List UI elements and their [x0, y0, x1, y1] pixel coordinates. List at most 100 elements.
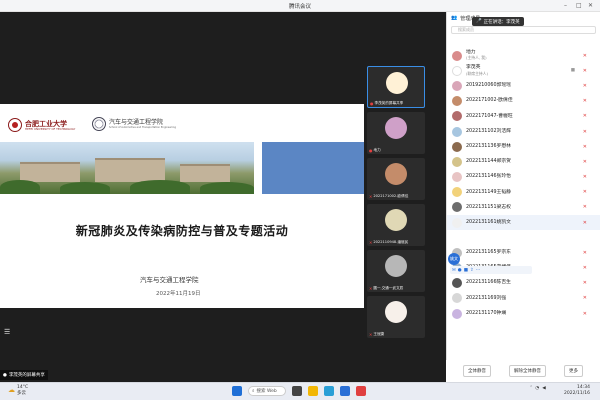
video-label: 王冠婕 — [373, 332, 385, 336]
mic-muted-icon[interactable]: ✕ — [583, 113, 587, 119]
list-item[interactable]: 2022131169刘强 ✕ — [447, 291, 600, 306]
video-tile[interactable]: ✕ 2022171002-欧倩佳 — [367, 158, 425, 200]
video-tile[interactable]: ✕ 圆一,交通一武文辰 — [367, 250, 425, 292]
mic-muted-icon[interactable]: ✕ — [583, 159, 587, 165]
mic-muted-icon[interactable]: ✕ — [583, 265, 587, 271]
list-item[interactable]: 2022131149王韬静 ✕ — [447, 185, 600, 200]
menu-icon[interactable]: ☰ — [4, 328, 10, 336]
maximize-icon[interactable]: □ — [576, 2, 582, 9]
member-search-input[interactable]: 搜索成员 — [451, 26, 596, 34]
camera-icon[interactable]: ■ — [571, 68, 575, 73]
avatar — [452, 96, 462, 107]
taskbar: ☁ 14°C 多云 ⌕ 搜索 Web ˄ ◔ ◀ 14:34 2022/11/16 — [0, 382, 600, 400]
volume-icon[interactable]: ◀ — [542, 386, 545, 391]
list-item[interactable]: 2022131144郑宗贺 ✕ — [447, 154, 600, 169]
mic-muted-icon[interactable]: ✕ — [583, 280, 587, 286]
school-name-en: School of Automotive and Transportation … — [109, 126, 176, 129]
mic-muted-icon[interactable]: ✕ — [583, 174, 587, 180]
university-seal-icon — [8, 118, 22, 132]
video-tile[interactable]: ● 地力 — [367, 112, 425, 154]
video-label: 圆一,交通一武文辰 — [373, 286, 404, 290]
avatar — [452, 293, 462, 304]
avatar — [386, 72, 408, 94]
mic-muted-icon[interactable]: ✕ — [583, 83, 587, 89]
file-explorer-icon[interactable] — [308, 386, 318, 396]
title-bar: 腾讯会议 – □ ✕ — [0, 0, 600, 12]
avatar — [452, 111, 462, 122]
avatar — [385, 209, 407, 231]
list-item[interactable]: 李茂英 (联席主持人) ■ ✕ — [447, 63, 600, 78]
slide-subtitle: 汽车与交通工程学院 — [140, 276, 199, 284]
mic-muted-icon[interactable]: ✕ — [583, 144, 587, 150]
avatar — [385, 163, 407, 185]
video-tile[interactable]: ✕ 王冠婕 — [367, 296, 425, 338]
mic-muted-icon[interactable]: ✕ — [583, 311, 587, 317]
university-name: 合肥工业大学 — [25, 118, 67, 128]
chevron-up-icon[interactable]: ˄ — [530, 386, 532, 391]
list-item[interactable]: 2022171047-曹幄旺 ✕ — [447, 109, 600, 124]
list-item[interactable]: 地力 (主持人, 我) ✕ — [447, 48, 600, 63]
browser-icon[interactable] — [324, 386, 334, 396]
close-icon[interactable]: ✕ — [588, 2, 593, 9]
mic-muted-icon[interactable]: ✕ — [583, 53, 587, 59]
mic-muted-icon[interactable]: ✕ — [583, 98, 587, 104]
mic-muted-icon[interactable]: ✕ — [583, 295, 587, 301]
mic-muted-icon[interactable]: ✕ — [583, 204, 587, 210]
clock[interactable]: 14:34 2022/11/16 — [564, 385, 590, 397]
mic-muted-icon[interactable]: ✕ — [583, 220, 587, 226]
list-item[interactable]: 2022131170钟斓 ✕ — [447, 306, 600, 321]
start-icon[interactable] — [232, 386, 242, 396]
task-view-icon[interactable] — [292, 386, 302, 396]
video-label: 2022110948-潘赋民 — [373, 240, 409, 244]
mic-muted-icon: ✕ — [369, 240, 373, 245]
list-item[interactable]: 2022131102刘洁辉 ✕ — [447, 124, 600, 139]
avatar — [385, 117, 407, 139]
network-icon[interactable]: ◔ — [535, 386, 539, 391]
video-strip: ● 李茂英的屏幕共享 ● 地力 ✕ 2022171002-欧倩佳 ✕ 202211094… — [366, 66, 444, 342]
member-actions-spacer — [447, 230, 600, 245]
taskbar-search[interactable]: ⌕ 搜索 Web — [248, 386, 286, 396]
app-icon[interactable] — [356, 386, 366, 396]
mic-muted-icon: ✕ — [369, 332, 373, 337]
mic-muted-icon[interactable]: ✕ — [583, 68, 587, 74]
unmute-all-button[interactable]: 解除全体静音 — [509, 365, 546, 377]
slide-title: 新冠肺炎及传染病防控与普及专题活动 — [75, 224, 289, 238]
avatar — [452, 141, 462, 152]
weather-icon: ☁ — [8, 385, 15, 394]
video-tile[interactable]: ● 李茂英的屏幕共享 — [367, 66, 425, 108]
meeting-app-icon[interactable] — [340, 386, 350, 396]
avatar — [452, 172, 462, 183]
mic-icon: ● — [369, 148, 373, 153]
avatar — [452, 308, 462, 319]
user-icon: ● — [3, 372, 7, 378]
list-item[interactable]: 2022131146张玲怡 ✕ — [447, 170, 600, 185]
list-item[interactable]: 2022131166陈吉生 ✕ — [447, 276, 600, 291]
mic-muted-icon[interactable]: ✕ — [583, 189, 587, 195]
video-label: 地力 — [373, 148, 381, 152]
list-item[interactable]: 2019210060郭瑶瑶 ✕ — [447, 78, 600, 93]
list-item[interactable]: 2022131136罗懋林 ✕ — [447, 139, 600, 154]
camera-icon[interactable]: ■ — [464, 268, 468, 273]
list-item[interactable]: 2022131151梁志权 ✕ — [447, 200, 600, 215]
avatar — [452, 217, 462, 228]
share-icon[interactable]: ⇪ — [470, 268, 474, 273]
panel-footer: 全体静音 解除全体静音 更多 — [446, 360, 600, 382]
school-seal-icon — [92, 117, 106, 131]
more-button[interactable]: 更多 — [564, 365, 583, 377]
mute-all-button[interactable]: 全体静音 — [463, 365, 491, 377]
chat-icon[interactable]: ✉ — [452, 268, 456, 273]
mic-muted-icon[interactable]: ✕ — [583, 250, 587, 256]
member-action-toolbar: ✉ ● ■ ⇪ ⋯ — [450, 266, 532, 274]
mic-icon: ● — [370, 101, 374, 106]
mic-muted-icon[interactable]: ✕ — [583, 129, 587, 135]
video-tile[interactable]: ✕ 2022110948-潘赋民 — [367, 204, 425, 246]
mic-icon[interactable]: ● — [458, 268, 462, 273]
school-name: 汽车与交通工程学院 — [109, 119, 164, 126]
slide-accent-block — [262, 142, 364, 194]
list-item[interactable]: 2022171002-欧倩佳 ✕ — [447, 94, 600, 109]
weather-widget[interactable]: ☁ 14°C 多云 — [8, 385, 28, 396]
more-icon[interactable]: ⋯ — [476, 268, 481, 273]
list-item[interactable]: 2022131161姚凯文 ✕ — [447, 215, 600, 231]
minimize-icon[interactable]: – — [564, 2, 567, 9]
list-item[interactable]: 2022131165罗宗东 ✕ — [447, 245, 600, 260]
